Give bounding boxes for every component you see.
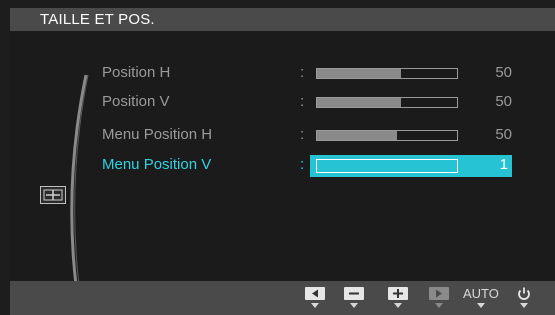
auto-label: AUTO: [463, 286, 499, 301]
left-button[interactable]: [305, 287, 325, 311]
plus-button[interactable]: [388, 287, 408, 311]
auto-button[interactable]: AUTO: [463, 286, 499, 311]
value-slider[interactable]: [316, 130, 458, 141]
menu-item-value: 50: [495, 126, 512, 143]
down-arrow-icon: [520, 303, 528, 308]
separator: :: [300, 126, 305, 143]
menu-item-value: 50: [495, 93, 512, 110]
value-slider[interactable]: [316, 159, 458, 173]
menu-item-value: 50: [495, 64, 512, 81]
slider-fill: [317, 98, 401, 107]
value-slider[interactable]: [316, 97, 458, 108]
power-icon: [518, 287, 530, 300]
left-arrow-icon: [305, 287, 325, 300]
separator: :: [300, 64, 305, 81]
down-arrow-icon: [394, 303, 402, 308]
down-arrow-icon: [311, 303, 319, 308]
button-guide-bar: AUTO: [10, 281, 555, 315]
power-button[interactable]: [514, 287, 534, 311]
minus-icon: [344, 287, 364, 300]
down-arrow-icon: [435, 303, 443, 308]
separator: :: [300, 93, 305, 110]
title-bar: TAILLE ET POS.: [10, 8, 555, 31]
separator: :: [300, 156, 305, 173]
menu-item-position-v[interactable]: Position V : 50: [102, 92, 512, 114]
enter-button[interactable]: [429, 287, 449, 311]
menu-item-label: Position H: [102, 64, 171, 81]
minus-button[interactable]: [344, 287, 364, 311]
menu-item-label: Menu Position H: [102, 126, 213, 143]
value-slider[interactable]: [316, 68, 458, 79]
menu-item-label: Menu Position V: [102, 156, 212, 173]
menu-item-menu-position-h[interactable]: Menu Position H : 50: [102, 125, 512, 147]
osd-screen: TAILLE ET POS. Position H : 50 Position …: [0, 0, 555, 315]
enter-icon: [429, 287, 449, 300]
plus-icon: [388, 287, 408, 300]
down-arrow-icon: [350, 303, 358, 308]
menu-title: TAILLE ET POS.: [40, 11, 155, 28]
size-position-icon[interactable]: [40, 186, 66, 204]
menu-arc-decoration: [70, 74, 89, 286]
menu-item-menu-position-v[interactable]: Menu Position V : 1: [102, 155, 512, 177]
menu-item-value: 1: [499, 156, 508, 173]
menu-item-position-h[interactable]: Position H : 50: [102, 63, 512, 85]
menu-item-label: Position V: [102, 93, 170, 110]
slider-fill: [317, 69, 401, 78]
down-arrow-icon: [477, 303, 485, 308]
slider-fill: [317, 131, 397, 140]
